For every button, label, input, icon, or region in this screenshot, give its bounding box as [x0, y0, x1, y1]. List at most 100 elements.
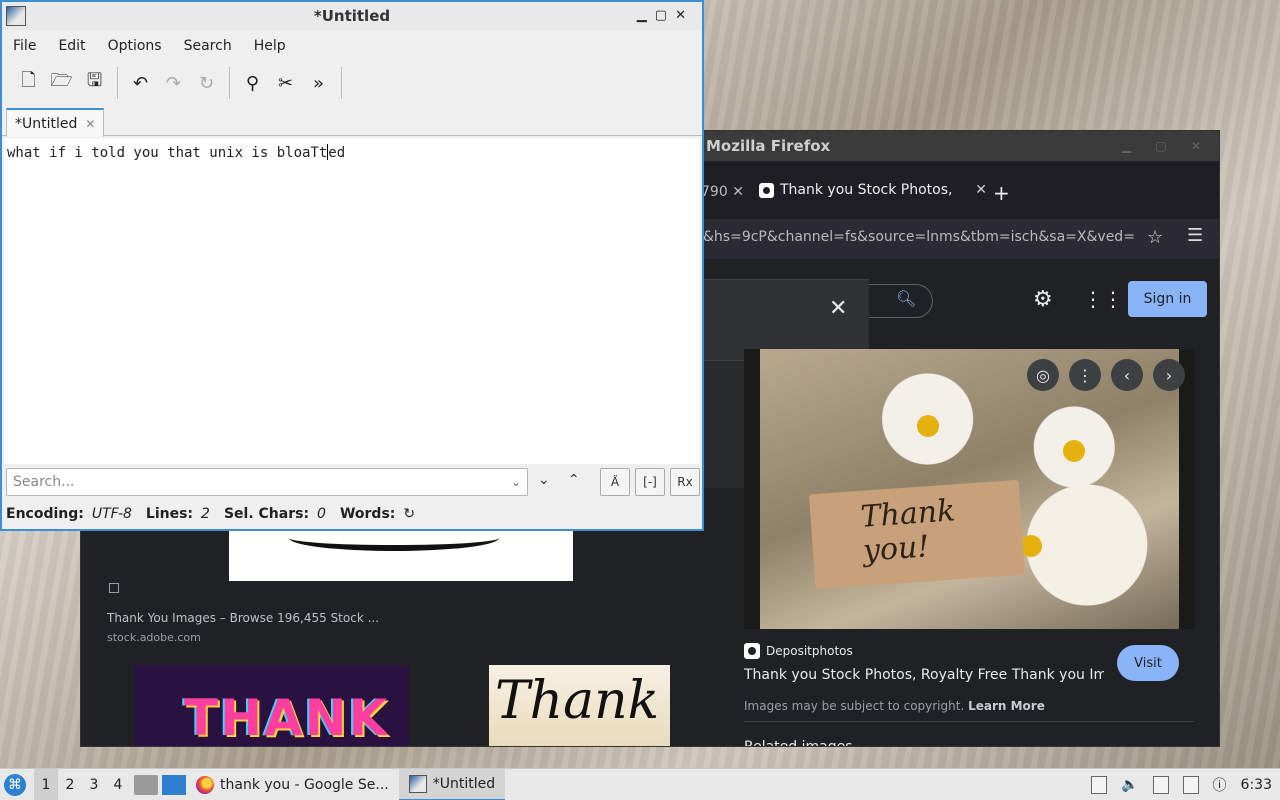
more-options-icon[interactable]: ⋮	[1069, 359, 1101, 391]
maximize-icon[interactable]: ▢	[655, 8, 675, 23]
preview-image[interactable]: Thank you!	[760, 349, 1179, 629]
close-icon[interactable]: ✕	[829, 296, 847, 321]
menu-search[interactable]: Search	[173, 34, 243, 58]
desktop-4[interactable]: 4	[106, 769, 130, 800]
preview-title[interactable]: Thank you Stock Photos, Royalty Free Tha…	[744, 667, 1104, 683]
search-icon[interactable]: 🔍︎	[896, 289, 916, 308]
find-bar: Search... ⌄ ⌄ ⌃ A̋ [-] Rx	[2, 466, 702, 500]
firefox-title: Mozilla Firefox	[706, 137, 831, 155]
network-icon[interactable]	[1182, 776, 1199, 794]
system-tray: 🔈 ⓘ 6:33	[1091, 769, 1272, 800]
featherpad-titlebar[interactable]: *Untitled ▁▢✕	[2, 2, 702, 30]
depositphotos-icon	[744, 643, 760, 659]
file-manager-icon[interactable]	[134, 774, 158, 795]
close-icon[interactable]: ✕	[85, 117, 95, 131]
result-thumbnail[interactable]: Thank	[489, 665, 670, 746]
result-image[interactable]	[229, 525, 573, 581]
start-menu-icon[interactable]: ⌘	[4, 773, 26, 796]
firefox-icon	[196, 775, 214, 794]
tab-untitled[interactable]: *Untitled ✕	[6, 108, 105, 137]
related-images-heading: Related images	[744, 739, 853, 747]
menu-edit[interactable]: Edit	[47, 34, 96, 58]
tab-fragment[interactable]: 790 ✕	[701, 184, 744, 200]
tab-thank-you-stock-photos[interactable]: Thank you Stock Photos, ✕	[759, 175, 987, 205]
statusbar: Encoding: UTF-8 Lines: 2 Sel. Chars: 0 Word…	[6, 506, 415, 522]
show-desktop-icon[interactable]	[162, 774, 186, 795]
document-tabbar: *Untitled ✕	[2, 106, 702, 137]
taskbar: ⌘ 1 2 3 4 thank you - Google Se... *Unti…	[0, 768, 1280, 800]
volume-icon[interactable]: 🔈	[1121, 777, 1138, 793]
sign-in-button[interactable]: Sign in	[1128, 281, 1207, 317]
divider	[744, 721, 1194, 722]
text-editor[interactable]: what if i told you that unix is bloaTted	[4, 138, 700, 464]
notes-icon[interactable]	[1152, 776, 1169, 794]
chevron-right-icon[interactable]: ›	[1153, 359, 1185, 391]
firefox-window-controls[interactable]: ▁ ▢ ✕	[1122, 131, 1211, 161]
regex-icon[interactable]: Rx	[670, 468, 700, 496]
undo-icon[interactable]: ↶	[124, 67, 157, 100]
lens-icon[interactable]: ◎	[1027, 359, 1059, 391]
save-icon[interactable]: 🖫	[78, 67, 111, 100]
source-name: Depositphotos	[766, 644, 853, 658]
lines-label: Lines:	[145, 506, 194, 522]
thumbnail-text: THANK	[184, 689, 390, 747]
notification-icon[interactable]: ⓘ	[1213, 775, 1227, 795]
close-icon[interactable]: ✕	[975, 182, 987, 198]
toolbar-separator	[117, 67, 118, 99]
result-site: stock.adobe.com	[107, 631, 201, 644]
clipboard-icon[interactable]	[1091, 776, 1108, 794]
find-replace-icon[interactable]: ✂	[269, 67, 302, 100]
refresh-icon[interactable]: ↻	[403, 506, 415, 522]
task-featherpad[interactable]: *Untitled	[398, 768, 506, 800]
find-icon[interactable]: ⚲	[236, 67, 269, 100]
task-firefox[interactable]: thank you - Google Se...	[186, 769, 399, 800]
hamburger-menu-icon[interactable]: ☰	[1187, 225, 1203, 246]
preview-tag: Thank you!	[808, 479, 1026, 590]
menu-options[interactable]: Options	[97, 34, 173, 58]
redo-icon[interactable]: ↷	[157, 67, 190, 100]
image-preview[interactable]: Thank you! ◎ ⋮ ‹ ›	[744, 349, 1195, 629]
image-icon	[109, 583, 119, 593]
learn-more-link[interactable]: Learn More	[968, 699, 1045, 713]
minimize-icon[interactable]: ▁	[637, 8, 655, 23]
encoding-value: UTF-8	[91, 506, 132, 522]
find-next-icon[interactable]: ⌄	[538, 472, 550, 488]
sel-chars-label: Sel. Chars:	[223, 506, 310, 522]
menu-file[interactable]: File	[2, 34, 47, 58]
chevron-left-icon[interactable]: ‹	[1111, 359, 1143, 391]
desktop-2[interactable]: 2	[58, 769, 82, 800]
reload-icon[interactable]: ↻	[190, 67, 223, 100]
more-tools-icon[interactable]: »	[302, 67, 335, 100]
result-title[interactable]: Thank You Images – Browse 196,455 Stock …	[107, 611, 379, 625]
desktop-3[interactable]: 3	[82, 769, 106, 800]
bookmark-star-icon[interactable]: ☆	[1147, 227, 1163, 248]
whole-word-icon[interactable]: [-]	[635, 468, 665, 496]
open-folder-icon[interactable]: 🗁	[45, 67, 78, 100]
new-tab-button[interactable]: +	[993, 181, 1010, 205]
clock[interactable]: 6:33	[1241, 777, 1272, 793]
window-title: *Untitled	[313, 7, 391, 25]
sel-chars-value: 0	[317, 506, 326, 522]
close-icon[interactable]: ✕	[675, 8, 694, 23]
desktop-1[interactable]: 1	[34, 768, 58, 800]
result-thumbnail[interactable]: THANK	[134, 665, 409, 747]
close-icon[interactable]: ✕	[732, 184, 744, 200]
editor-text-tail: ed	[328, 145, 346, 161]
find-previous-icon[interactable]: ⌃	[568, 472, 580, 488]
new-file-icon[interactable]: 🗋	[12, 67, 45, 100]
featherpad-icon	[408, 774, 427, 793]
match-case-icon[interactable]: A̋	[600, 468, 630, 496]
image-source[interactable]: Depositphotos	[744, 643, 853, 659]
tab-title: Thank you Stock Photos,	[780, 182, 953, 198]
featherpad-window[interactable]: *Untitled ▁▢✕ File Edit Options Search H…	[0, 0, 704, 531]
menu-help[interactable]: Help	[243, 34, 297, 58]
window-controls: ▁▢✕	[637, 2, 694, 30]
chevron-down-icon[interactable]: ⌄	[511, 469, 521, 495]
gear-icon[interactable]: ⚙	[1033, 287, 1053, 312]
search-input[interactable]: Search... ⌄	[6, 468, 528, 496]
encoding-label: Encoding:	[6, 506, 84, 522]
url-field[interactable]: &hs=9cP&channel=fs&source=lnms&tbm=isch&…	[703, 229, 1143, 245]
tab-fragment-label: 790	[701, 184, 728, 200]
words-label: Words:	[339, 506, 396, 522]
visit-button[interactable]: Visit	[1117, 645, 1179, 681]
